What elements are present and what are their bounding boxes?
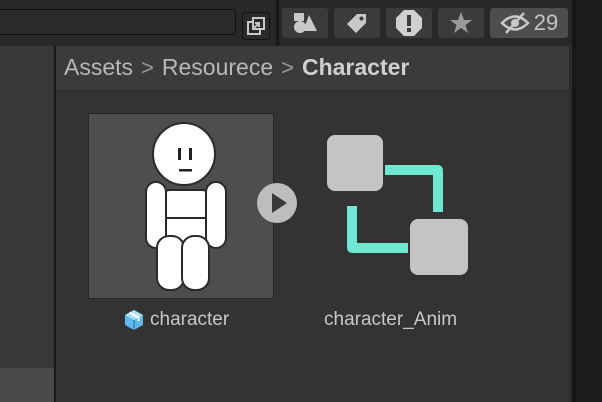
breadcrumb: Assets > Resourece > Character bbox=[56, 46, 569, 89]
asset-thumbnail-character[interactable] bbox=[88, 113, 274, 299]
hidden-packages-toggle[interactable]: 29 bbox=[490, 8, 568, 38]
favorites-button[interactable] bbox=[438, 8, 484, 38]
expand-prefab-button[interactable] bbox=[256, 182, 298, 224]
popout-button[interactable] bbox=[242, 12, 270, 40]
prefab-cube-icon bbox=[125, 310, 143, 330]
window-edge bbox=[572, 0, 602, 402]
animator-controller-icon[interactable] bbox=[322, 132, 472, 280]
project-toolbar: 29 bbox=[0, 0, 602, 46]
hidden-count: 29 bbox=[533, 10, 559, 35]
eye-slash-icon bbox=[499, 12, 530, 34]
breadcrumb-item-resourece[interactable]: Resourece bbox=[162, 54, 273, 81]
breadcrumb-item-character[interactable]: Character bbox=[302, 54, 409, 81]
breadcrumb-separator: > bbox=[281, 54, 294, 80]
search-input[interactable] bbox=[0, 9, 236, 35]
breadcrumb-item-assets[interactable]: Assets bbox=[64, 54, 133, 81]
asset-label-character-anim[interactable]: character_Anim bbox=[324, 308, 457, 332]
star-icon bbox=[450, 12, 472, 33]
selected-folder-row[interactable] bbox=[0, 368, 54, 402]
filter-by-type-button[interactable] bbox=[282, 8, 328, 38]
asset-name: character bbox=[150, 309, 230, 330]
folder-tree-panel[interactable] bbox=[0, 46, 54, 402]
warning-icon bbox=[396, 10, 422, 36]
play-icon bbox=[257, 183, 297, 223]
log-warnings-button[interactable] bbox=[386, 8, 432, 38]
label-tag-icon bbox=[347, 14, 366, 33]
asset-name: character_Anim bbox=[324, 309, 458, 330]
popout-icon bbox=[247, 17, 265, 35]
breadcrumb-separator: > bbox=[141, 54, 154, 80]
asset-label-character[interactable]: character bbox=[122, 308, 229, 332]
character-preview-icon bbox=[145, 122, 227, 291]
filter-by-label-button[interactable] bbox=[334, 8, 380, 38]
toolbar-divider bbox=[276, 0, 279, 46]
shapes-icon bbox=[294, 13, 317, 33]
